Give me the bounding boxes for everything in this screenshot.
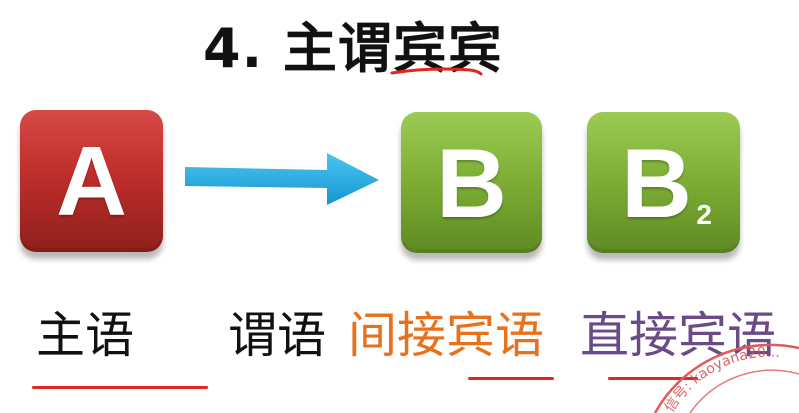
watermark-text: 信号: kaoyana20... [662, 345, 781, 413]
watermark-stamp: 信号: kaoyana20... [653, 343, 799, 413]
